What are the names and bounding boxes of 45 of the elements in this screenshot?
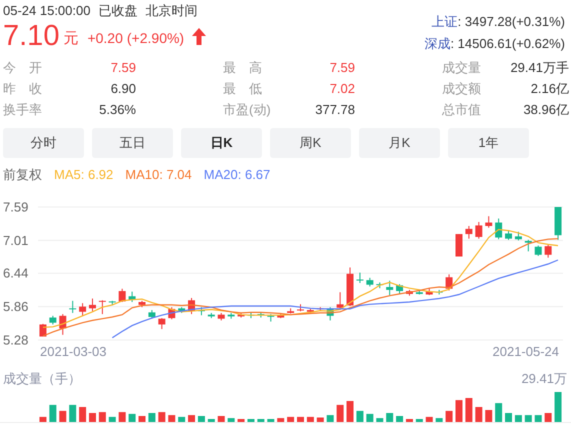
moving-average-name: MA5 — [54, 166, 81, 184]
stat-label: 换手率 — [3, 101, 42, 119]
stat-value: 5.36% — [99, 101, 136, 119]
current-price: 7.10 — [3, 20, 60, 52]
stat-value: 7.59 — [110, 59, 136, 77]
timezone-label: 北京时间 — [145, 2, 198, 20]
stat-value: 377.78 — [315, 101, 355, 119]
price-axis-label: 5.28 — [3, 332, 28, 348]
price-change-percent: (+2.90%) — [126, 28, 184, 48]
stat-label: 市盈(动) — [223, 101, 271, 119]
volume-max-label: 29.41万 — [521, 370, 567, 388]
stat-label: 总市值 — [442, 101, 481, 119]
index-value: : 3497.28(+0.31%) — [458, 13, 565, 31]
stat-value: 7.59 — [330, 59, 355, 77]
stat-value: 29.41万手 — [510, 59, 569, 77]
price-axis-label: 5.86 — [3, 299, 28, 314]
stat-label: 今 开 — [3, 59, 42, 77]
price-change: +0.20 — [87, 28, 123, 48]
price-axis-label: 7.01 — [3, 232, 28, 248]
stat-value: 7.02 — [330, 80, 355, 98]
price-unit: 元 — [63, 28, 78, 49]
stat-label: 成交额 — [442, 80, 481, 98]
stat-value: 38.96亿 — [523, 101, 569, 119]
price-axis-label: 7.59 — [3, 200, 28, 214]
stat-label: 昨 收 — [3, 80, 42, 98]
moving-average-name: MA20 — [204, 166, 238, 184]
stat-label: 最 高 — [223, 59, 262, 77]
date-time: 05-24 15:00:00 — [3, 2, 90, 20]
moving-average-value: : 6.67 — [238, 166, 270, 184]
volume-label: 成交量（手） — [3, 370, 81, 388]
index-name: 上证 — [432, 13, 458, 31]
stat-value: 2.16亿 — [530, 80, 569, 98]
moving-average-value: : 6.92 — [80, 166, 114, 184]
stat-label: 最 低 — [223, 80, 262, 98]
market-status: 已收盘 — [98, 2, 138, 20]
price-axis-label: 6.44 — [3, 266, 28, 281]
stat-label: 成交量 — [442, 59, 481, 77]
date-label: 2021-03-03 — [40, 344, 106, 360]
adjustment-label: 前复权 — [3, 166, 42, 184]
index-value: : 14506.61(+0.62%) — [450, 35, 565, 53]
moving-average-value: : 7.04 — [159, 166, 192, 184]
stat-value: 6.90 — [110, 80, 136, 98]
moving-average-name: MA10 — [125, 166, 160, 184]
date-label: 2021-05-24 — [492, 344, 559, 360]
index-name: 深成 — [424, 35, 450, 53]
